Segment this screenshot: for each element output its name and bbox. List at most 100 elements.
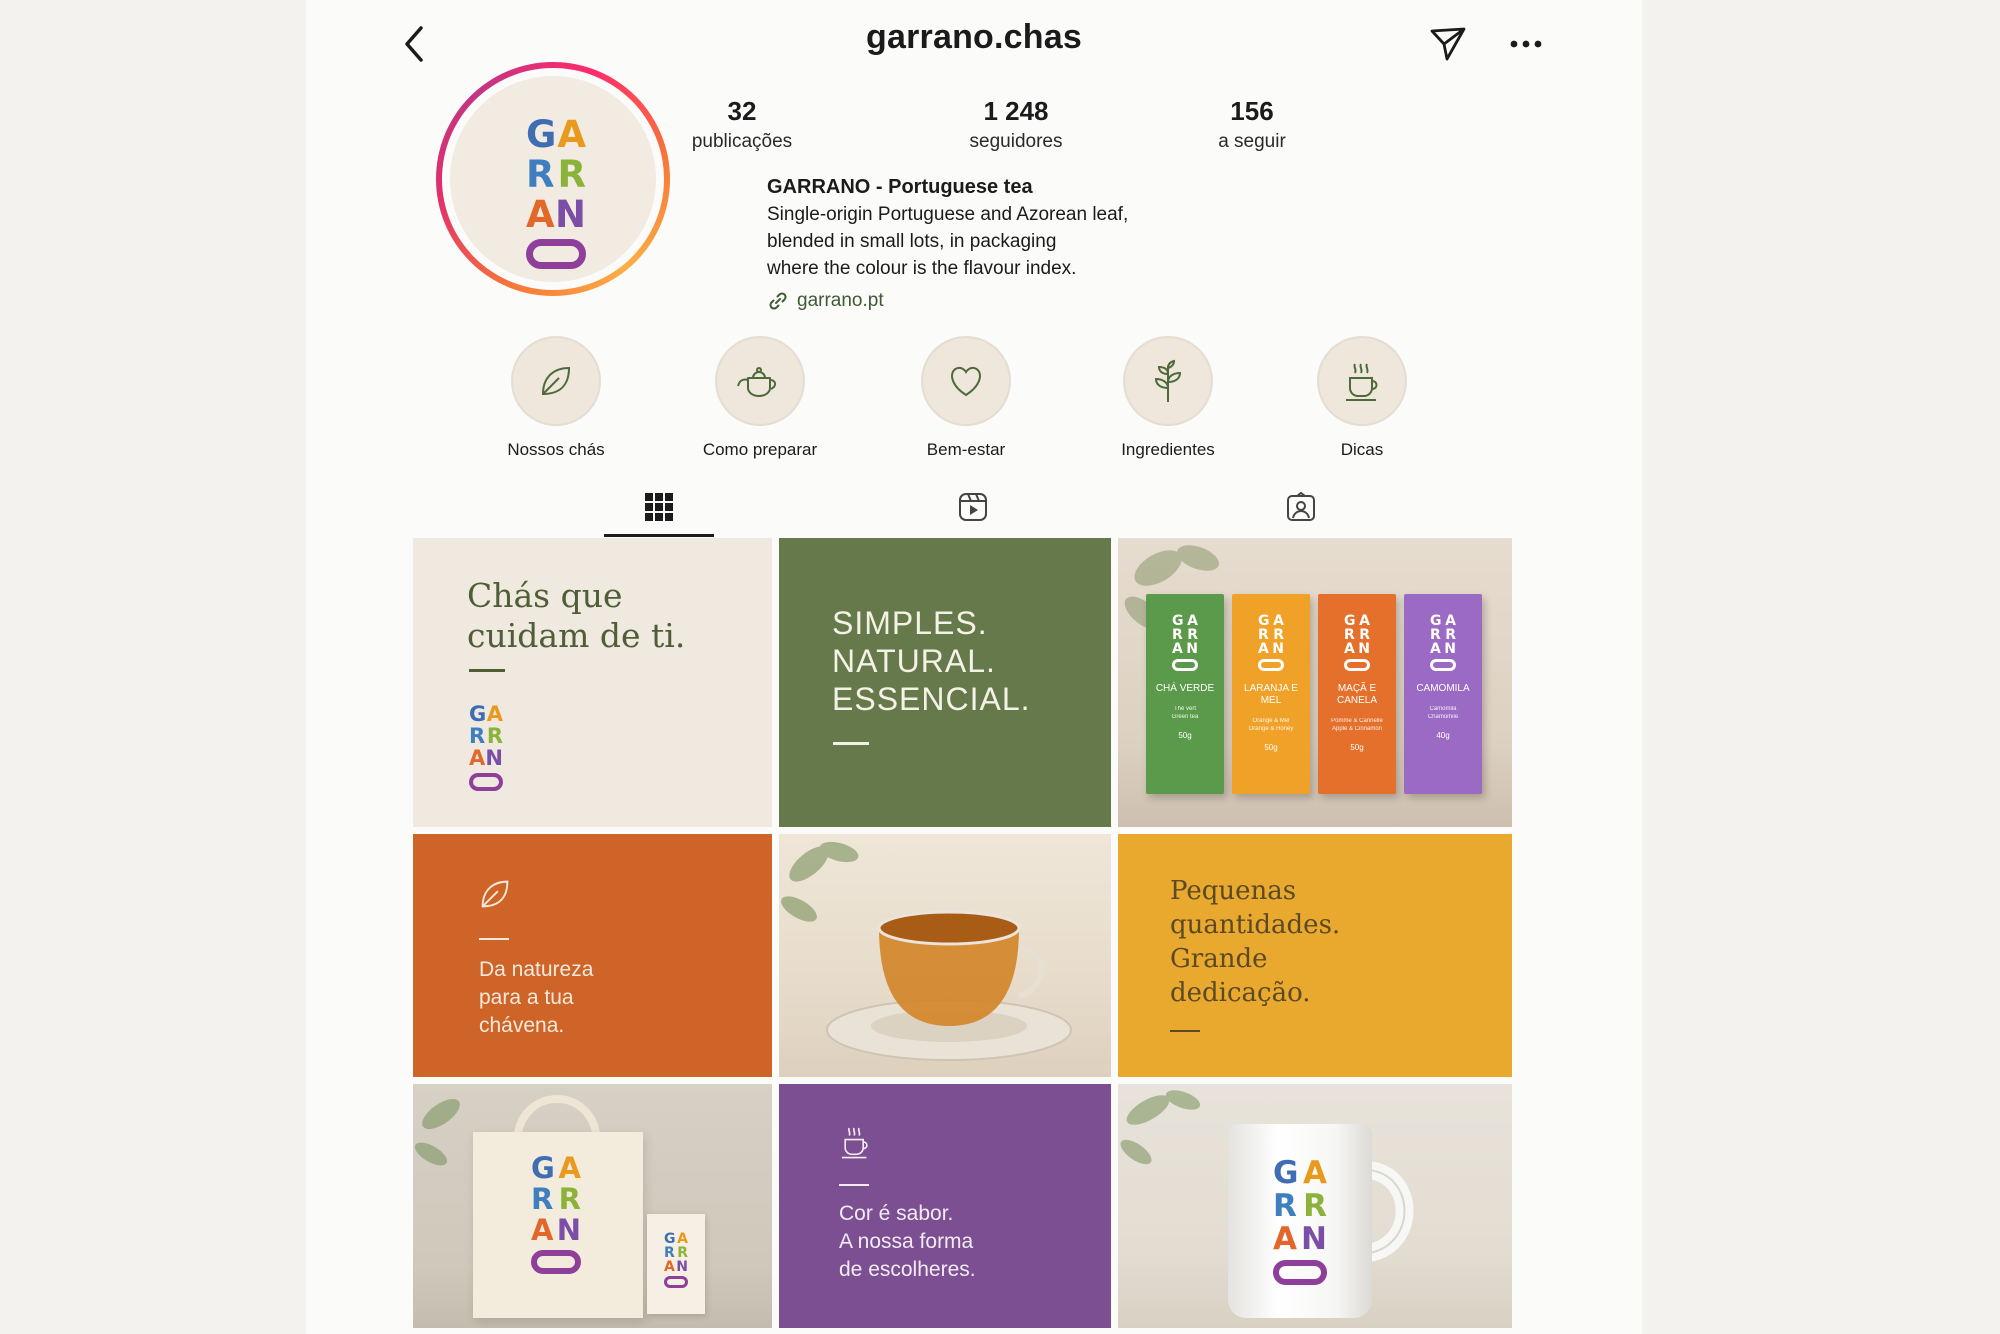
post-tea-boxes-photo[interactable]: G A R R A N CHÁ VERDE Thé vert Green tea 50g G A R R A… [1118, 538, 1512, 827]
tea-box-subtitle: Pomme & Cannelle [1331, 718, 1383, 724]
leaf-icon [481, 880, 509, 908]
tea-box-subtitle: Thé vert [1173, 706, 1196, 712]
post-tote-bag-photo[interactable]: GA RR AN GA RR AN [413, 1084, 772, 1328]
profile-avatar[interactable]: GA RR AN [436, 62, 670, 296]
divider [469, 669, 505, 672]
post-text: Chás que [467, 576, 623, 615]
tab-posts-grid[interactable] [604, 480, 714, 537]
post-text: SIMPLES. [832, 605, 988, 641]
bio-line: where the colour is the flavour index. [767, 258, 1077, 279]
mug: GA RR AN [1228, 1124, 1372, 1318]
highlight-label: Como preparar [702, 440, 818, 459]
more-options-button[interactable] [1502, 20, 1550, 68]
divider [839, 1184, 869, 1186]
post-text: Cor é sabor. [839, 1202, 954, 1225]
tea-box-weight: 40g [1436, 731, 1450, 740]
tea-box-subtitle: Orange & Mel [1252, 718, 1290, 724]
highlight-label: Dicas [1340, 440, 1384, 459]
post-mug-photo[interactable]: GA RR AN [1118, 1084, 1512, 1328]
divider [1170, 1030, 1200, 1032]
highlight-ingredientes[interactable]: Ingredientes [1078, 336, 1258, 460]
tea-box-subtitle: Apple & Cinnamon [1331, 726, 1383, 732]
tagged-icon [1287, 492, 1315, 521]
post-da-natureza[interactable]: Da natureza para a tua chávena. [413, 834, 772, 1077]
bio-line: blended in small lots, in packaging [767, 231, 1057, 252]
sprig-icon [1154, 359, 1182, 402]
post-text: Grande [1170, 944, 1268, 974]
stat-posts-label: publicações [691, 131, 793, 152]
post-cor-e-sabor[interactable]: Cor é sabor. A nossa forma de escolheres… [779, 1084, 1111, 1328]
garrano-logo: GA RR AN [1273, 1158, 1327, 1285]
highlight-label: Nossos chás [507, 440, 605, 459]
tote-bag: GA RR AN [473, 1132, 643, 1318]
post-text: NATURAL. [832, 643, 996, 679]
tea-box-weight: 50g [1264, 743, 1278, 752]
stat-followers-value: 1 248 [983, 96, 1049, 126]
tea-box-subtitle: Chamomile [1427, 714, 1459, 720]
reels-icon [959, 493, 987, 521]
more-horizontal-icon [1510, 40, 1542, 48]
tab-reels[interactable] [918, 480, 1028, 534]
tea-box-name: LARANJA E MEL [1244, 683, 1298, 706]
highlight-label: Bem-estar [926, 440, 1006, 459]
post-text: A nossa forma [839, 1230, 974, 1253]
post-text: Pequenas [1170, 876, 1297, 906]
stat-following-value: 156 [1230, 96, 1274, 126]
tea-box: G A R R A N CAMOMILA Camomila Chamomile 40g [1404, 594, 1482, 794]
garrano-logo: GA RR AN [531, 1154, 581, 1274]
share-button[interactable] [1424, 20, 1472, 68]
post-simples-natural[interactable]: SIMPLES. NATURAL. ESSENCIAL. [779, 538, 1111, 827]
post-text: de escolheres. [839, 1258, 976, 1281]
heart-icon [951, 366, 981, 397]
grid-icon [645, 493, 673, 521]
profile-bio: GARRANO - Portuguese tea Single-origin P… [767, 174, 1287, 282]
bio-link-text: garrano.pt [797, 290, 884, 311]
garrano-logo: GARRAN [1430, 614, 1456, 671]
post-chas-que-cuidam[interactable]: Chás que cuidam de ti. GA RR AN [413, 538, 772, 827]
bio-name: GARRANO - Portuguese tea [767, 176, 1033, 198]
tab-tagged[interactable] [1246, 480, 1356, 534]
tea-box-subtitle: Green tea [1171, 714, 1199, 720]
highlight-bem-estar[interactable]: Bem-estar [876, 336, 1056, 460]
link-icon [769, 292, 787, 310]
plant-shadow [1120, 1090, 1201, 1165]
divider [479, 938, 509, 940]
stat-following-label: a seguir [1218, 131, 1286, 152]
steaming-cup-icon [841, 1127, 868, 1159]
post-pequenas-quantidades[interactable]: Pequenas quantidades. Grande dedicação. [1118, 834, 1512, 1077]
tea-box-name: CHÁ VERDE [1155, 683, 1215, 694]
post-text: para a tua [479, 986, 574, 1009]
post-text: ESSENCIAL. [832, 681, 1031, 717]
post-text: quantidades. [1170, 910, 1341, 940]
tea-box: G A R R A N LARANJA E MEL Orange & Mel Orange & … [1232, 594, 1310, 794]
highlight-como-preparar[interactable]: Como preparar [670, 336, 850, 460]
teapot-icon [737, 367, 776, 397]
highlight-nossos-chas[interactable]: Nossos chás [466, 336, 646, 460]
bio-line: Single-origin Portuguese and Azorean lea… [767, 204, 1129, 225]
tea-box-name: CAMOMILA [1416, 683, 1470, 694]
stat-followers[interactable]: 1 248 seguidores [916, 96, 1116, 153]
post-text: Da natureza [479, 958, 594, 981]
divider [833, 742, 869, 745]
profile-page: garrano.chas GA RR AN 32 publicações 1 2… [306, 0, 1642, 1334]
bio-website-link[interactable]: garrano.pt [767, 290, 884, 312]
post-text: chávena. [479, 1014, 565, 1037]
garrano-logo: GA RR AN [664, 1232, 688, 1288]
post-text: dedicação. [1170, 978, 1311, 1008]
stat-posts-value: 32 [727, 96, 757, 126]
leaf-icon [541, 366, 571, 396]
garrano-logo: GA RR AN [526, 116, 586, 269]
tea-box: G A R R A N MAÇÃ E CANELA Pomme & Cannelle Apple… [1318, 594, 1396, 794]
highlight-label: Ingredientes [1121, 440, 1215, 459]
tea-box: G A R R A N CHÁ VERDE Thé vert Green tea 50g [1146, 594, 1224, 794]
post-tea-cup-photo[interactable] [779, 834, 1111, 1077]
tea-cup-image [826, 910, 1072, 1061]
stat-posts[interactable]: 32 publicações [642, 96, 842, 153]
tea-box-subtitle: Camomila [1429, 706, 1457, 712]
garrano-logo: GARRAN [1172, 614, 1198, 671]
highlight-dicas[interactable]: Dicas [1272, 336, 1452, 460]
steaming-cup-icon [1346, 363, 1378, 401]
paper-plane-icon [1430, 27, 1466, 61]
stat-following[interactable]: 156 a seguir [1152, 96, 1352, 153]
tea-box-weight: 50g [1350, 743, 1364, 752]
